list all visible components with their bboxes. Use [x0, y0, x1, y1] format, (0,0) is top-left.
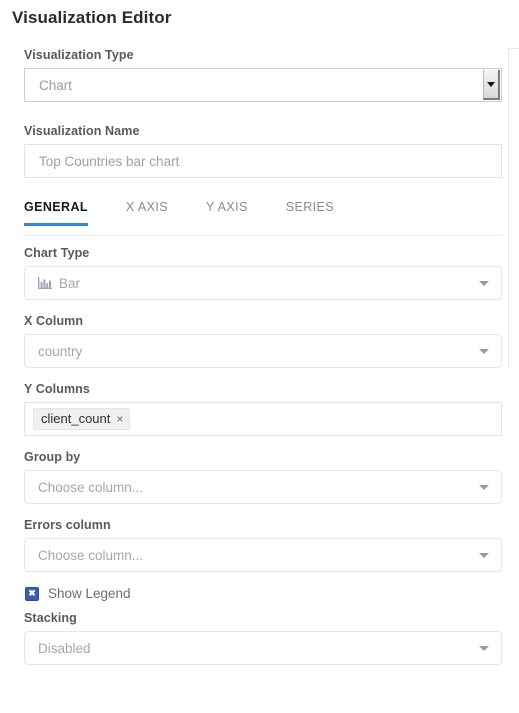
stacking-field: Stacking Disabled	[24, 611, 502, 665]
chevron-down-glyph	[487, 81, 495, 87]
visualization-name-input[interactable]: Top Countries bar chart	[24, 144, 502, 178]
x-column-select[interactable]: country	[24, 334, 502, 368]
errors-column-field: Errors column Choose column...	[24, 518, 502, 572]
visualization-type-select[interactable]: Chart	[24, 68, 502, 102]
group-by-field: Group by Choose column...	[24, 450, 502, 504]
stacking-label: Stacking	[24, 611, 77, 625]
chart-type-field: Chart Type Bar	[24, 246, 502, 300]
background-panel-edge	[508, 48, 519, 368]
x-column-label: X Column	[24, 314, 84, 328]
visualization-name-label: Visualization Name	[24, 124, 140, 138]
chevron-down-icon	[479, 646, 489, 651]
visualization-name-field: Visualization Name Top Countries bar cha…	[24, 124, 502, 178]
chevron-down-icon	[479, 281, 489, 286]
tab-general[interactable]: GENERAL	[24, 200, 88, 226]
show-legend-row[interactable]: ✖ Show Legend	[25, 586, 502, 601]
visualization-type-field: Visualization Type Chart	[24, 48, 502, 102]
chevron-down-icon[interactable]	[483, 70, 500, 100]
y-columns-field: Y Columns client_count ×	[24, 382, 502, 436]
group-by-select[interactable]: Choose column...	[24, 470, 502, 504]
errors-column-select[interactable]: Choose column...	[24, 538, 502, 572]
chart-type-select[interactable]: Bar	[24, 266, 502, 300]
show-legend-checkbox[interactable]: ✖	[25, 586, 39, 601]
visualization-type-label: Visualization Type	[24, 48, 134, 62]
close-icon[interactable]: ×	[116, 413, 123, 425]
y-column-chip[interactable]: client_count ×	[33, 408, 131, 430]
y-columns-label: Y Columns	[24, 382, 90, 396]
group-by-label: Group by	[24, 450, 81, 464]
errors-column-label: Errors column	[24, 518, 111, 532]
check-icon: ✖	[28, 588, 36, 598]
chart-type-label: Chart Type	[24, 246, 90, 260]
page-title: Visualization Editor	[12, 8, 172, 27]
group-by-placeholder: Choose column...	[38, 479, 144, 495]
editor-tabs: GENERAL X AXIS Y AXIS SERIES	[24, 200, 502, 236]
tab-series[interactable]: SERIES	[286, 200, 334, 225]
visualization-type-value: Chart	[39, 77, 73, 93]
chart-type-value: Bar	[59, 275, 81, 291]
tab-x-axis[interactable]: X AXIS	[126, 200, 168, 225]
visualization-editor-form: Visualization Type Chart Visualization N…	[24, 48, 502, 677]
bar-chart-icon	[38, 277, 52, 289]
chevron-down-icon	[479, 349, 489, 354]
chevron-down-icon	[479, 553, 489, 558]
stacking-select[interactable]: Disabled	[24, 631, 502, 665]
x-column-field: X Column country	[24, 314, 502, 368]
x-column-value: country	[38, 343, 83, 359]
errors-column-placeholder: Choose column...	[38, 547, 144, 563]
show-legend-label: Show Legend	[48, 586, 131, 601]
tab-y-axis[interactable]: Y AXIS	[206, 200, 248, 225]
chevron-down-icon	[479, 485, 489, 490]
y-columns-multiselect[interactable]: client_count ×	[24, 402, 502, 436]
y-column-chip-label: client_count	[41, 411, 111, 426]
stacking-value: Disabled	[38, 640, 91, 656]
